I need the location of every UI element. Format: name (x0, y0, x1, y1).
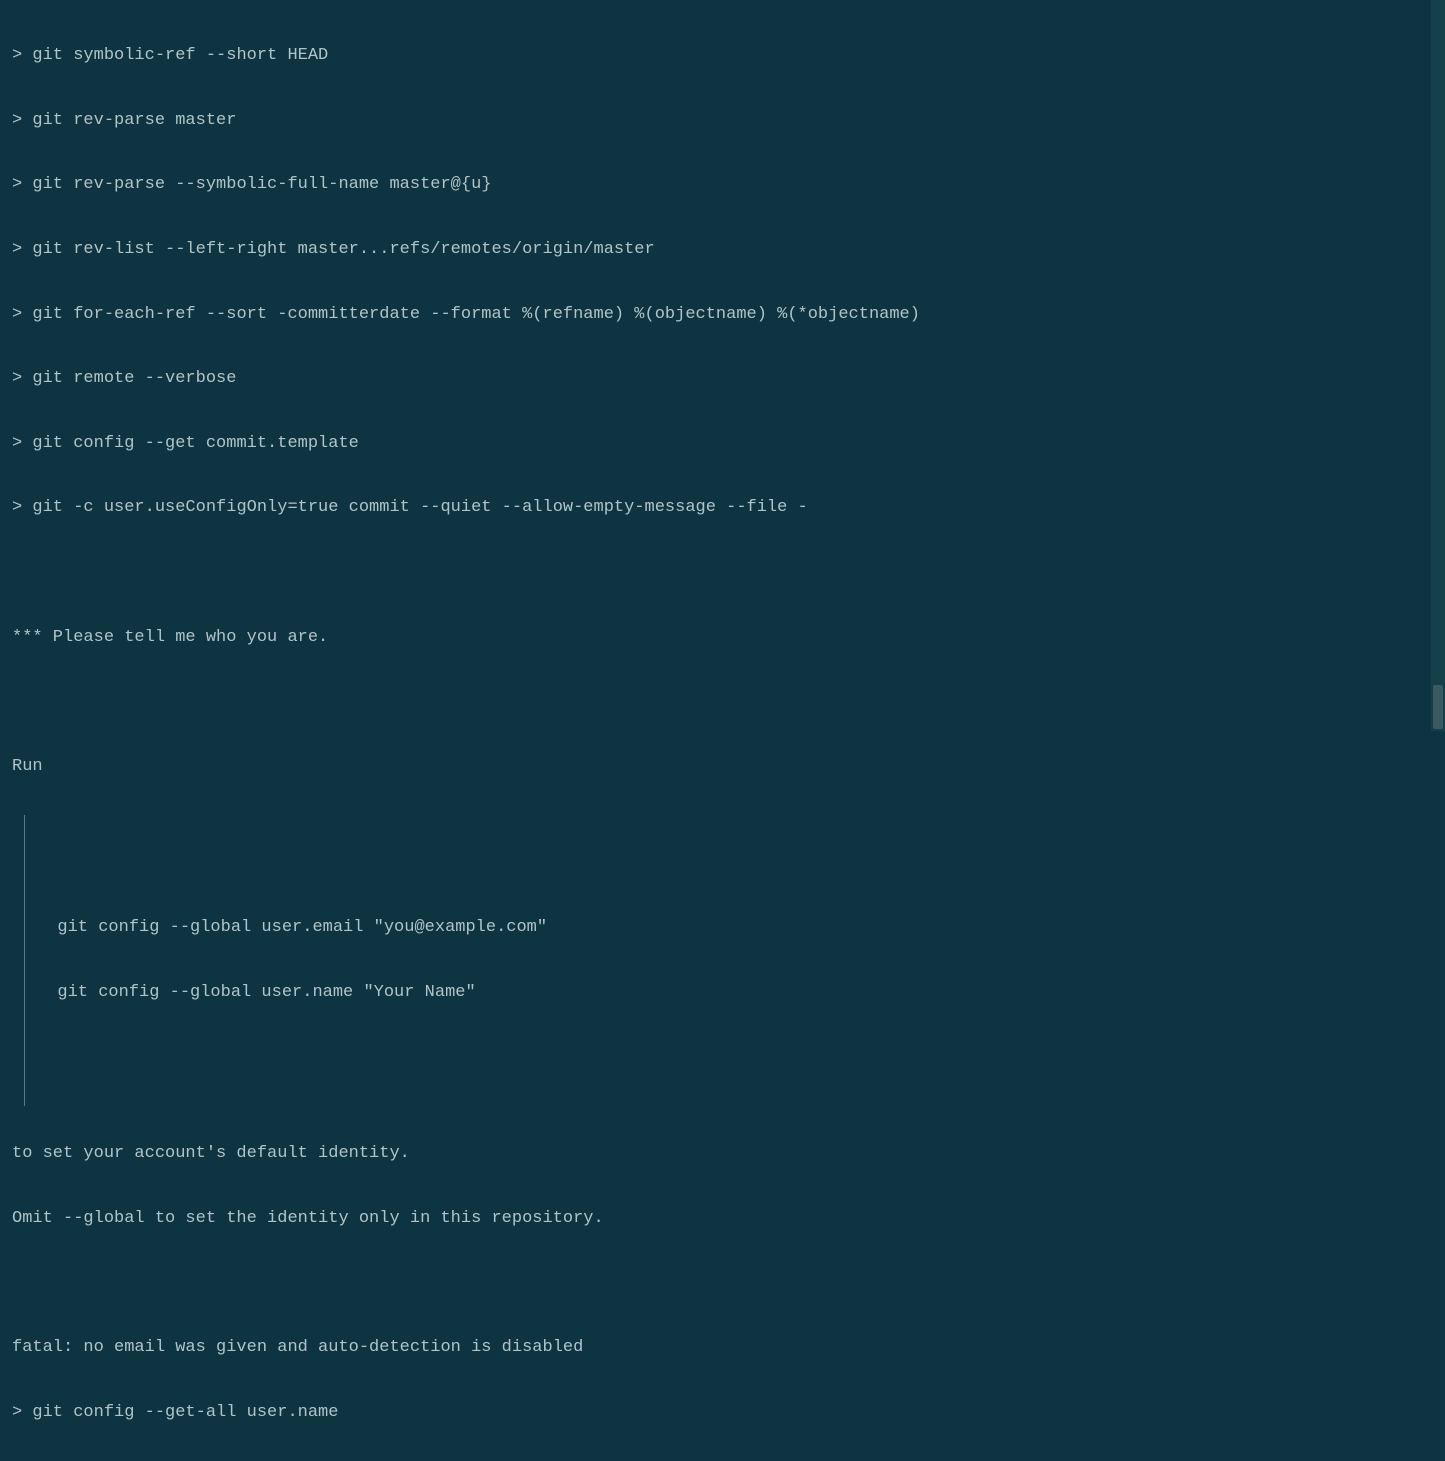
blank-line (37, 1042, 1433, 1074)
blank-line (12, 557, 1433, 589)
command-text: git rev-list --left-right master...refs/… (32, 240, 654, 259)
prompt-symbol: > (12, 240, 32, 259)
command-line: > git -c user.useConfigOnly=true commit … (12, 492, 1433, 524)
prompt-symbol: > (12, 1403, 32, 1422)
git-output-line: to set your account's default identity. (12, 1138, 1433, 1170)
scrollbar-track[interactable] (1431, 0, 1445, 731)
prompt-symbol: > (12, 46, 32, 65)
command-line: > git remote --verbose (12, 363, 1433, 395)
command-line: > git config --get-all user.name (12, 1397, 1433, 1429)
command-line: > git symbolic-ref --short HEAD (12, 40, 1433, 72)
command-text: git rev-parse master (32, 111, 236, 130)
prompt-symbol: > (12, 111, 32, 130)
command-line: > git rev-parse --symbolic-full-name mas… (12, 169, 1433, 201)
prompt-symbol: > (12, 498, 32, 517)
git-output-line: Run (12, 751, 1433, 783)
git-fatal-line: fatal: no email was given and auto-detec… (12, 1332, 1433, 1364)
terminal-output-area[interactable]: > git symbolic-ref --short HEAD > git re… (12, 8, 1433, 1461)
blank-line (12, 686, 1433, 718)
prompt-symbol: > (12, 305, 32, 324)
command-text: git for-each-ref --sort -committerdate -… (32, 305, 920, 324)
git-output-line: Omit --global to set the identity only i… (12, 1203, 1433, 1235)
command-text: git config --get commit.template (32, 434, 358, 453)
prompt-symbol: > (12, 434, 32, 453)
prompt-symbol: > (12, 175, 32, 194)
command-text: git -c user.useConfigOnly=true commit --… (32, 498, 807, 517)
command-line: > git rev-parse master (12, 105, 1433, 137)
command-text: git remote --verbose (32, 369, 236, 388)
blank-line (12, 1268, 1433, 1300)
git-output-line: *** Please tell me who you are. (12, 622, 1433, 654)
command-line: > git config --get commit.template (12, 428, 1433, 460)
command-line: > git for-each-ref --sort -committerdate… (12, 299, 1433, 331)
git-output-line: git config --global user.email "you@exam… (37, 912, 1433, 944)
blank-line (37, 848, 1433, 880)
scrollbar-thumb[interactable] (1433, 685, 1443, 729)
git-suggestion-block: git config --global user.email "you@exam… (24, 815, 1433, 1106)
prompt-symbol: > (12, 369, 32, 388)
command-text: git config --get-all user.name (32, 1403, 338, 1422)
command-text: git symbolic-ref --short HEAD (32, 46, 328, 65)
command-text: git rev-parse --symbolic-full-name maste… (32, 175, 491, 194)
git-output-line: git config --global user.name "Your Name… (37, 977, 1433, 1009)
command-line: > git rev-list --left-right master...ref… (12, 234, 1433, 266)
